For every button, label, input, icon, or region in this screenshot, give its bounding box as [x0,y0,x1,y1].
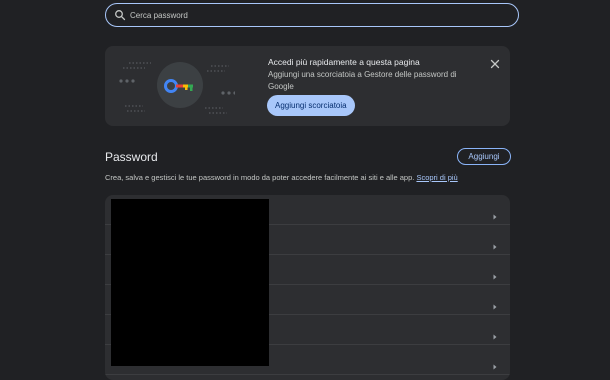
promo-description: Aggiungi una scorciatoia a Gestore delle… [268,70,457,91]
chevron-right-icon [492,297,498,310]
shortcut-promo-card: Accedi più rapidamente a questa pagina A… [105,46,510,126]
learn-more-link[interactable]: Scopri di più [416,173,457,182]
chevron-right-icon [492,327,498,340]
password-list [105,195,510,380]
section-description: Crea, salva e gestisci le tue password i… [105,173,458,182]
close-icon[interactable] [490,56,500,69]
add-password-button[interactable]: Aggiungi [457,148,511,165]
section-description-text: Crea, salva e gestisci le tue password i… [105,173,415,182]
chevron-right-icon [492,357,498,370]
promo-title: Accedi più rapidamente a questa pagina [268,57,420,67]
key-icon [163,77,197,95]
chevron-right-icon [492,267,498,280]
chevron-right-icon [492,237,498,250]
redacted-area [111,199,269,366]
add-shortcut-button[interactable]: Aggiungi scorciatoia [267,95,355,116]
search-input[interactable] [130,10,510,20]
search-icon [114,9,126,21]
chevron-right-icon [492,207,498,220]
section-title: Password [105,150,158,164]
search-box[interactable] [105,3,519,27]
